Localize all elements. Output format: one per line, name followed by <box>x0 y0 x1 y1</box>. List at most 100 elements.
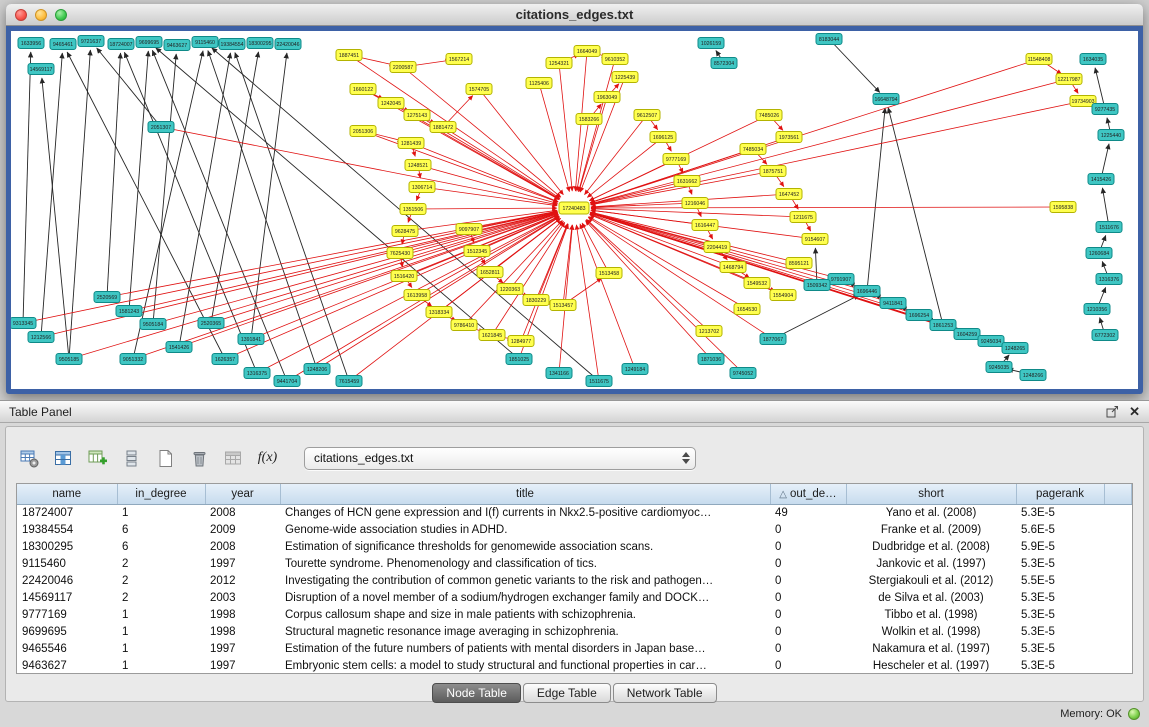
table-cell[interactable]: 14569117 <box>17 589 117 606</box>
table-cell[interactable]: 9115460 <box>17 555 117 572</box>
graph-node[interactable]: 1254321 <box>546 58 572 69</box>
graph-node[interactable]: 1318334 <box>426 307 452 318</box>
table-selector-dropdown[interactable]: citations_edges.txt <box>304 447 696 470</box>
graph-node[interactable]: 1881472 <box>430 122 456 133</box>
table-cell[interactable]: 1998 <box>205 606 280 623</box>
table-cell[interactable]: 9465546 <box>17 640 117 657</box>
graph-node[interactable]: 1660122 <box>350 84 376 95</box>
graph-node[interactable]: 2204419 <box>704 242 730 253</box>
graph-node[interactable]: 8183044 <box>816 34 842 45</box>
graph-node[interactable]: 9699695 <box>136 37 162 48</box>
graph-node[interactable]: 1581243 <box>116 306 142 317</box>
graph-node[interactable]: 1316376 <box>1096 274 1122 285</box>
table-cell[interactable]: 0 <box>770 623 846 640</box>
graph-node[interactable]: 1512345 <box>464 246 490 257</box>
table-cell[interactable]: 1 <box>117 504 205 521</box>
network-window-titlebar[interactable]: citations_edges.txt <box>6 4 1143 26</box>
table-cell[interactable]: 18724007 <box>17 504 117 521</box>
table-cell[interactable] <box>1104 555 1132 572</box>
table-cell[interactable]: 1 <box>117 657 205 674</box>
table-cell[interactable] <box>1104 504 1132 521</box>
table-cell[interactable]: Franke et al. (2009) <box>846 521 1016 538</box>
graph-node[interactable]: 1260684 <box>1086 248 1112 259</box>
graph-node[interactable]: 9745052 <box>730 368 756 379</box>
table-cell[interactable]: Genome-wide association studies in ADHD. <box>280 521 770 538</box>
table-cell[interactable] <box>1104 640 1132 657</box>
graph-node[interactable]: 22420046 <box>275 39 301 50</box>
table-cell[interactable] <box>1104 538 1132 555</box>
graph-node[interactable]: 1125406 <box>526 78 552 89</box>
graph-node[interactable]: 1511675 <box>586 376 612 387</box>
table-cell[interactable]: Hescheler et al. (1997) <box>846 657 1016 674</box>
graph-node[interactable]: 17240483 <box>559 202 589 214</box>
column-header-out_de…[interactable]: △out_de… <box>770 484 846 504</box>
table-cell[interactable]: 5.3E-5 <box>1016 623 1104 640</box>
table-cell[interactable]: Disruption of a novel member of a sodium… <box>280 589 770 606</box>
graph-node[interactable]: 9051332 <box>120 354 146 365</box>
graph-node[interactable]: 18300295 <box>247 38 273 49</box>
graph-node[interactable]: 1887451 <box>336 50 362 61</box>
graph-node[interactable]: 1513458 <box>596 268 622 279</box>
table-cell[interactable]: 5.3E-5 <box>1016 589 1104 606</box>
tab-network-table[interactable]: Network Table <box>613 683 717 703</box>
table-cell[interactable]: Wolkin et al. (1998) <box>846 623 1016 640</box>
function-builder-button[interactable]: f(x) <box>254 445 281 472</box>
graph-node[interactable]: 9097907 <box>456 224 482 235</box>
table-row[interactable]: 1872400712008Changes of HCN gene express… <box>17 504 1132 521</box>
graph-node[interactable]: 1511676 <box>1096 222 1122 233</box>
table-cell[interactable]: 0 <box>770 521 846 538</box>
graph-node[interactable]: 1626357 <box>212 354 238 365</box>
table-cell[interactable]: 19384554 <box>17 521 117 538</box>
graph-node[interactable]: 1963049 <box>594 92 620 103</box>
graph-node[interactable]: 1541426 <box>166 342 192 353</box>
graph-node[interactable]: 1213702 <box>696 326 722 337</box>
table-cell[interactable]: 1 <box>117 640 205 657</box>
table-cell[interactable] <box>1104 572 1132 589</box>
graph-node[interactable]: 9777169 <box>663 154 689 165</box>
graph-node[interactable]: 1574705 <box>466 84 492 95</box>
graph-node[interactable]: 1616447 <box>692 220 718 231</box>
graph-node[interactable]: 1554904 <box>770 290 796 301</box>
table-cell[interactable]: Structural magnetic resonance image aver… <box>280 623 770 640</box>
graph-node[interactable]: 2520365 <box>198 318 224 329</box>
graph-node[interactable]: 9465461 <box>50 39 76 50</box>
graph-node[interactable]: 1509342 <box>804 280 830 291</box>
table-cell[interactable]: 1998 <box>205 623 280 640</box>
graph-node[interactable]: 1595838 <box>1050 202 1076 213</box>
graph-node[interactable]: 1248265 <box>1002 343 1028 354</box>
table-cell[interactable] <box>1104 657 1132 674</box>
table-cell[interactable]: Jankovic et al. (1997) <box>846 555 1016 572</box>
table-cell[interactable]: 1 <box>117 606 205 623</box>
graph-node[interactable]: 9245034 <box>978 336 1004 347</box>
graph-node[interactable]: 11548408 <box>1026 54 1052 65</box>
graph-node[interactable]: 1242045 <box>378 98 404 109</box>
graph-node[interactable]: 9628475 <box>392 226 418 237</box>
table-cell[interactable]: 9777169 <box>17 606 117 623</box>
table-cell[interactable]: Estimation of significance thresholds fo… <box>280 538 770 555</box>
table-cell[interactable]: Dudbridge et al. (2008) <box>846 538 1016 555</box>
graph-node[interactable]: 16648794 <box>873 94 899 105</box>
table-cell[interactable]: 5.5E-5 <box>1016 572 1104 589</box>
table-cell[interactable]: 5.6E-5 <box>1016 521 1104 538</box>
table-cell[interactable]: Embryonic stem cells: a model to study s… <box>280 657 770 674</box>
table-row[interactable]: 969969511998Structural magnetic resonanc… <box>17 623 1132 640</box>
graph-node[interactable]: 9610352 <box>602 54 628 65</box>
table-cell[interactable]: Investigating the contribution of common… <box>280 572 770 589</box>
create-column-button[interactable] <box>84 445 111 472</box>
table-cell[interactable] <box>1104 521 1132 538</box>
graph-node[interactable]: 1634035 <box>1080 54 1106 65</box>
table-cell[interactable]: 6 <box>117 521 205 538</box>
graph-node[interactable]: 9277435 <box>1092 104 1118 115</box>
table-cell[interactable]: Changes of HCN gene expression and I(f) … <box>280 504 770 521</box>
close-window-button[interactable] <box>15 9 27 21</box>
graph-node[interactable]: 9245035 <box>986 362 1012 373</box>
column-header-short[interactable]: short <box>846 484 1016 504</box>
table-cell[interactable]: 5.3E-5 <box>1016 640 1104 657</box>
graph-node[interactable]: 1877067 <box>760 334 786 345</box>
graph-node[interactable]: 1830229 <box>523 295 549 306</box>
table-row[interactable]: 946554611997Estimation of the future num… <box>17 640 1132 657</box>
graph-node[interactable]: 1631662 <box>674 176 700 187</box>
table-cell[interactable]: Tibbo et al. (1998) <box>846 606 1016 623</box>
graph-node[interactable]: 8572304 <box>711 58 737 69</box>
graph-node[interactable]: 1513457 <box>550 300 576 311</box>
